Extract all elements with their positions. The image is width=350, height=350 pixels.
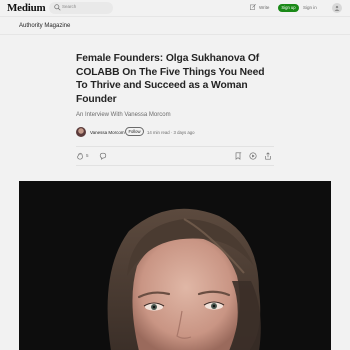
follow-button[interactable]: Follow xyxy=(125,127,144,136)
user-icon xyxy=(334,5,340,11)
article-actions-bar: 5 xyxy=(76,150,274,162)
publication-bar: Authority Magazine xyxy=(0,17,350,35)
write-button[interactable]: Write xyxy=(250,4,269,10)
signup-button[interactable]: Sign up xyxy=(278,4,299,12)
comment-icon[interactable] xyxy=(99,152,107,160)
article-meta: 14 min read · 3 days ago xyxy=(147,130,195,135)
hero-portrait-image xyxy=(19,181,331,350)
search-placeholder: Search xyxy=(62,4,77,9)
medium-logo[interactable]: Medium xyxy=(7,2,46,14)
article-subtitle: An Interview With Vanessa Morcom xyxy=(76,112,171,118)
portrait-illustration xyxy=(19,181,331,350)
author-avatar[interactable] xyxy=(76,127,86,137)
publish-date: 3 days ago xyxy=(173,130,195,135)
read-time: 14 min read xyxy=(147,130,170,135)
top-nav-bar: Medium Search Write Sign up Sign in xyxy=(0,0,350,17)
author-name[interactable]: Vanessa Morcom xyxy=(90,130,125,135)
signin-link[interactable]: Sign in xyxy=(303,5,317,10)
bookmark-icon[interactable] xyxy=(234,152,242,160)
search-input[interactable]: Search xyxy=(49,2,113,14)
clap-count: 5 xyxy=(86,153,89,158)
listen-icon[interactable] xyxy=(249,152,257,160)
clap-icon[interactable] xyxy=(76,152,84,160)
publication-name[interactable]: Authority Magazine xyxy=(19,23,70,29)
divider-top xyxy=(76,146,274,147)
divider-bottom xyxy=(76,165,274,166)
user-avatar-button[interactable] xyxy=(332,3,342,13)
write-icon xyxy=(250,4,256,10)
write-label: Write xyxy=(259,4,270,10)
share-icon[interactable] xyxy=(264,152,272,160)
search-icon xyxy=(54,4,61,11)
author-row: Vanessa Morcom Follow 14 min read · 3 da… xyxy=(76,126,276,138)
article-title: Female Founders: Olga Sukhanova Of COLAB… xyxy=(76,53,265,105)
